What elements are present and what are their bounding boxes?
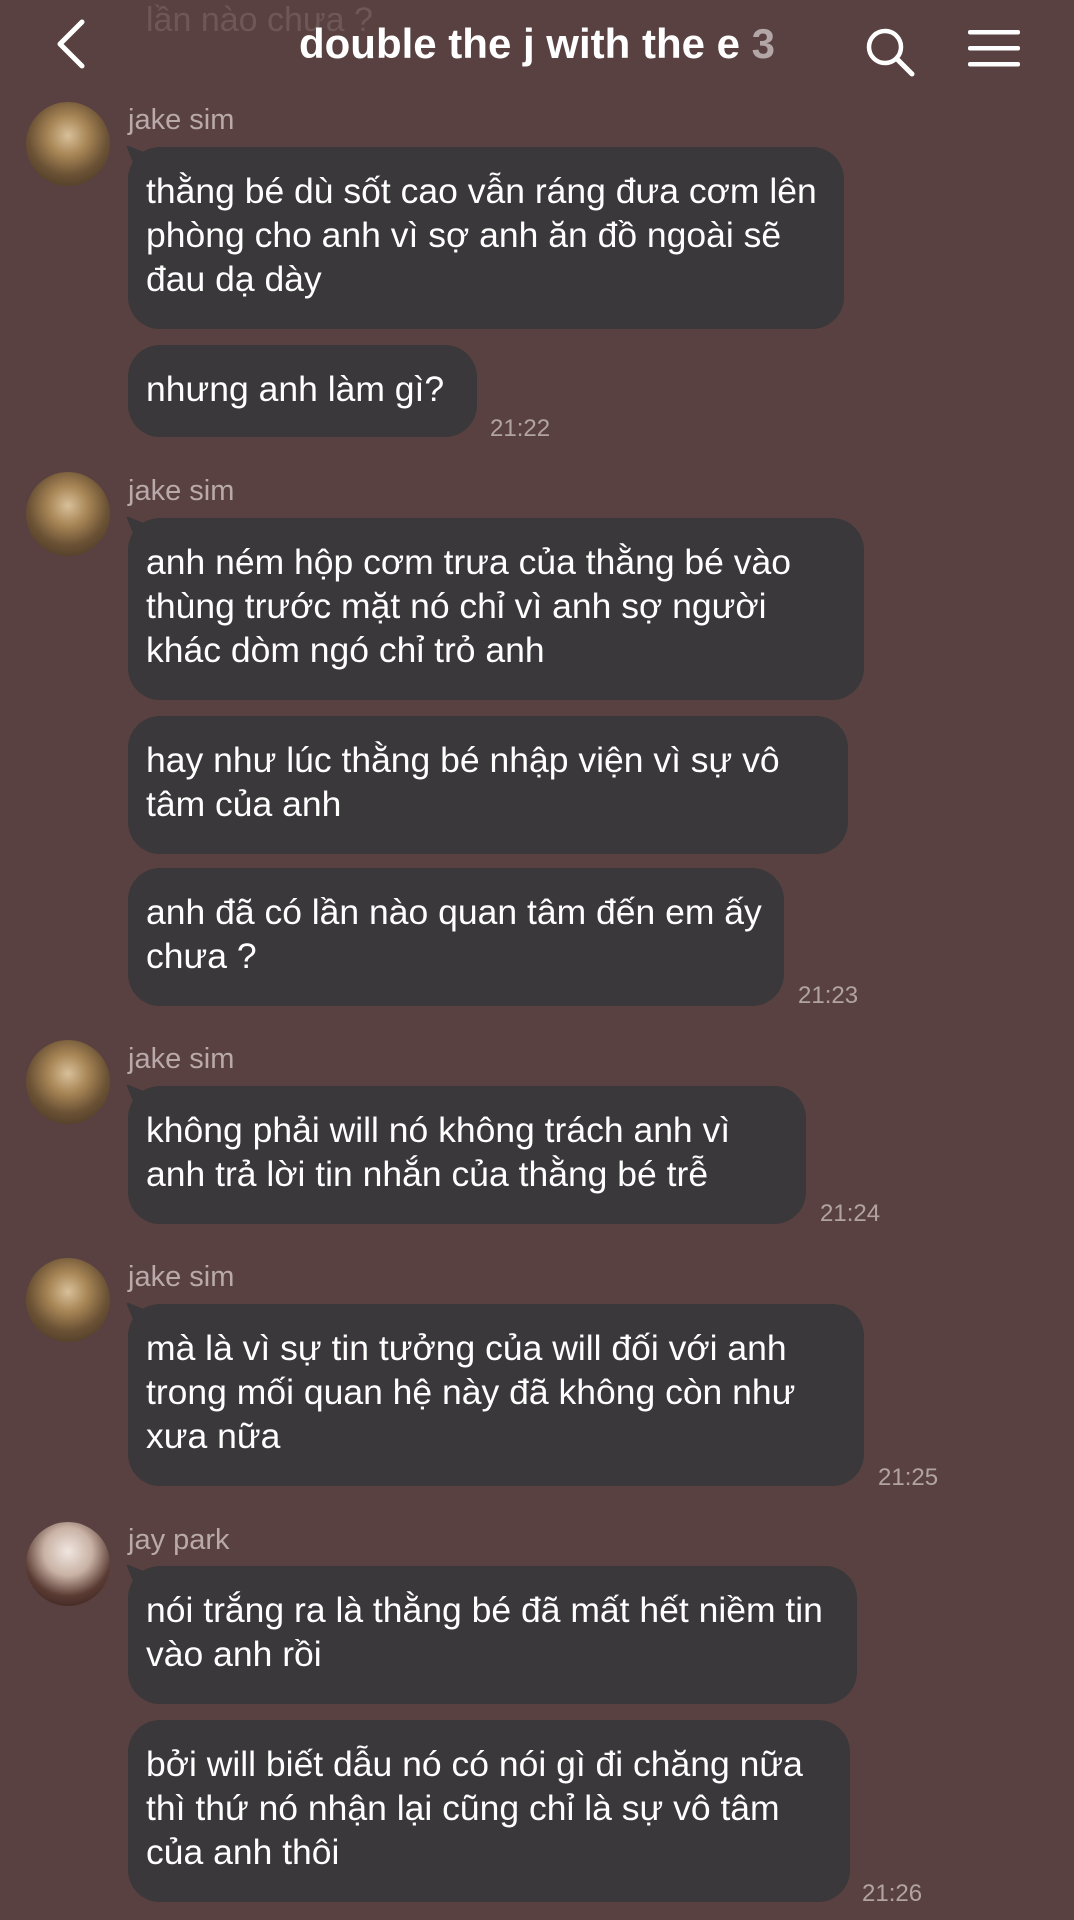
sender-name: jake sim [128,1043,235,1075]
message-bubble[interactable]: hay như lúc thằng bé nhập viện vì sự vô … [128,716,848,854]
menu-button[interactable] [966,26,1022,72]
sender-name: jay park [128,1524,230,1556]
avatar[interactable] [26,1522,110,1606]
member-count: 3 [751,20,776,67]
message-bubble[interactable]: không phải will nó không trách anh vì an… [128,1086,806,1224]
message-bubble[interactable]: mà là vì sự tin tưởng của will đối với a… [128,1304,864,1486]
message-timestamp: 21:22 [490,415,551,442]
avatar[interactable] [26,472,110,556]
hamburger-menu-icon [968,30,1020,67]
sender-name: jake sim [128,104,235,136]
search-icon [866,28,915,77]
message-bubble[interactable]: nói trắng ra là thằng bé đã mất hết niềm… [128,1566,857,1704]
sender-name: jake sim [128,475,235,507]
back-button[interactable] [52,16,92,72]
sender-name: jake sim [128,1261,235,1293]
message-bubble[interactable]: anh ném hộp cơm trưa của thằng bé vào th… [128,518,864,700]
chevron-left-icon [57,19,85,69]
message-bubble[interactable]: bởi will biết dẫu nó có nói gì đi chăng … [128,1720,850,1902]
message-timestamp: 21:26 [862,1880,923,1907]
chat-header: double the j with the e 3 [0,0,1074,100]
avatar[interactable] [26,1040,110,1124]
avatar[interactable] [26,1258,110,1342]
message-bubble[interactable]: nhưng anh làm gì? [128,345,477,437]
avatar[interactable] [26,102,110,186]
message-bubble[interactable]: thằng bé dù sốt cao vẫn ráng đưa cơm lên… [128,147,844,329]
message-bubble[interactable]: anh đã có lần nào quan tâm đến em ấy chư… [128,868,784,1006]
chat-name: double the j with the e [298,20,740,67]
chat-title: double the j with the e 3 [250,14,824,74]
search-button[interactable] [864,26,916,78]
message-timestamp: 21:24 [820,1200,881,1227]
message-timestamp: 21:23 [798,982,859,1009]
message-timestamp: 21:25 [878,1464,939,1491]
